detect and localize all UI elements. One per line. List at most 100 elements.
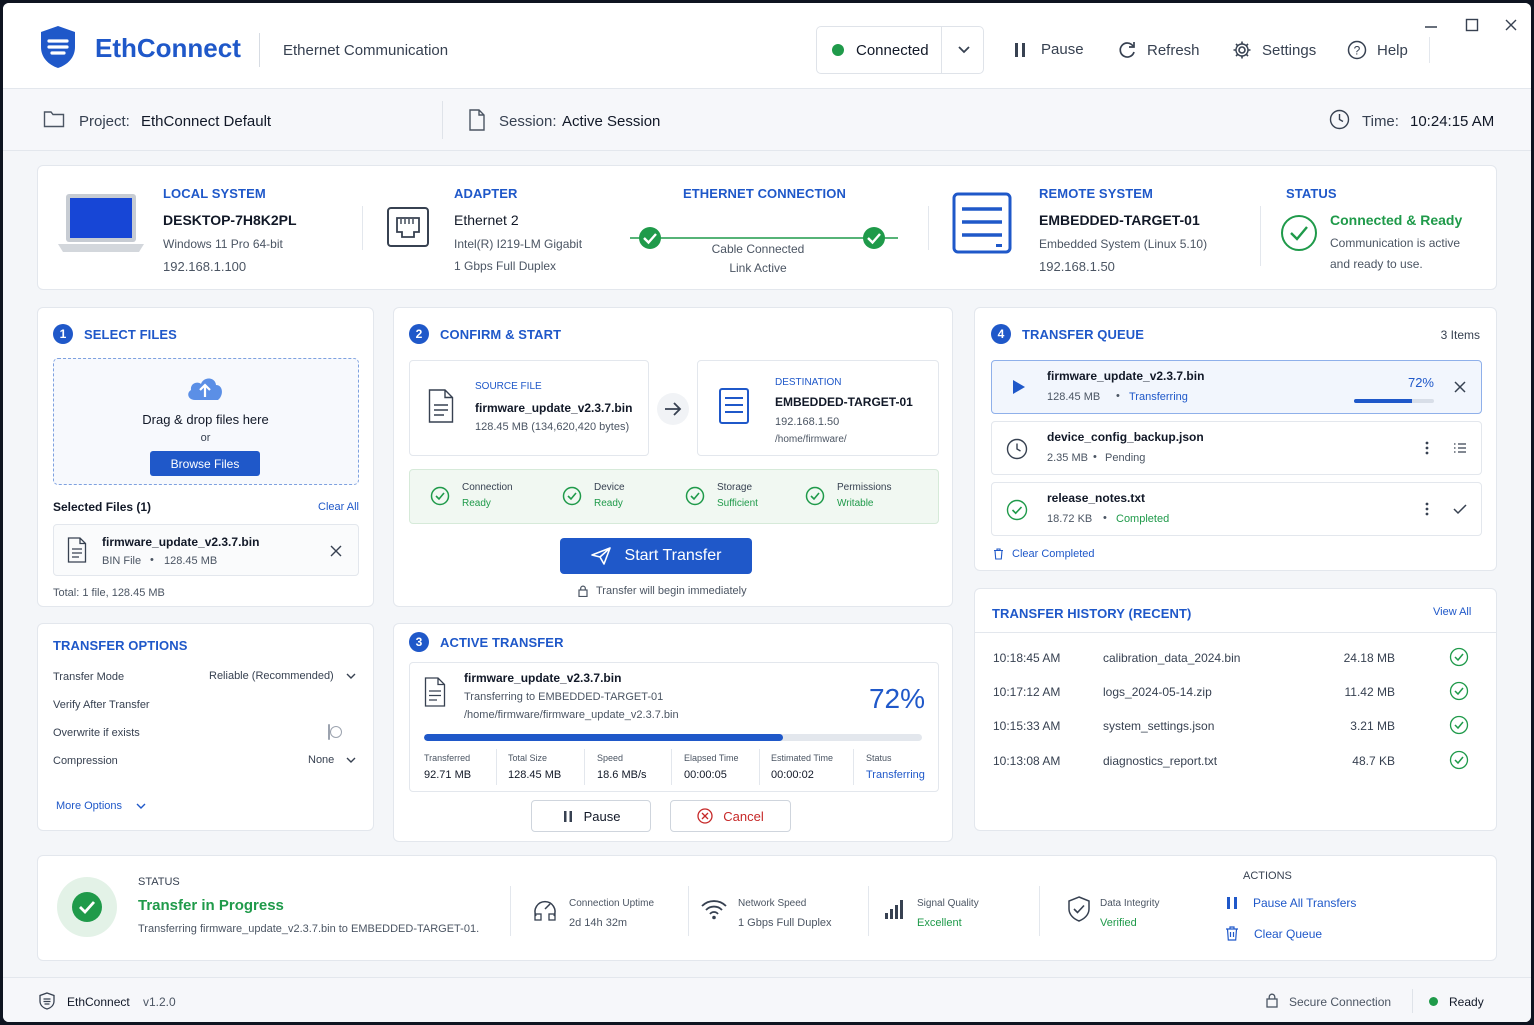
destination-label: DESTINATION [775, 377, 842, 388]
network-speed-value: 1 Gbps Full Duplex [738, 917, 832, 929]
transfer-queue-panel: 4 TRANSFER QUEUE 3 Items firmware_update… [974, 307, 1497, 571]
active-transfer-box: firmware_update_v2.3.7.bin Transferring … [409, 662, 939, 792]
queue-progress-fill [1354, 399, 1412, 403]
queue-item[interactable]: device_config_backup.json 2.35 MB • Pend… [991, 421, 1482, 475]
transfer-stats: Transferred 92.71 MB Total Size 128.45 MB … [410, 749, 938, 789]
close-window-icon[interactable] [1503, 17, 1519, 33]
data-integrity-value: Verified [1100, 917, 1137, 929]
maximize-icon[interactable] [1464, 17, 1480, 33]
trash-icon [993, 548, 1004, 560]
local-system-name: DESKTOP-7H8K2PL [163, 212, 297, 228]
chevron-down-icon [957, 44, 971, 56]
check-connection: Connection Ready [430, 482, 513, 509]
queue-item-size: 128.45 MB [1047, 391, 1101, 403]
select-files-panel: 1 SELECT FILES Drag & drop files here or… [37, 307, 374, 607]
source-file-name: firmware_update_v2.3.7.bin [475, 401, 633, 415]
project-value: EthConnect Default [141, 113, 272, 130]
pause-all-button[interactable]: Pause All Transfers [1226, 896, 1356, 910]
cancel-transfer-button[interactable]: Cancel [670, 800, 791, 832]
destination-card: DESTINATION EMBEDDED-TARGET-01 192.168.1… [697, 360, 939, 456]
app-name: EthConnect [95, 33, 241, 63]
pause-button[interactable]: Pause [1013, 41, 1084, 58]
selected-files-label: Selected Files (1) [53, 500, 152, 514]
check-circle-icon [685, 486, 705, 506]
link-status: Link Active [729, 261, 787, 275]
history-row[interactable]: 10:13:08 AM diagnostics_report.txt 48.7 … [975, 748, 1496, 774]
status-desc-1: Communication is active [1330, 236, 1461, 250]
local-system-ip: 192.168.1.100 [163, 259, 247, 274]
local-system-os: Windows 11 Pro 64-bit [163, 237, 283, 251]
selected-file-type: BIN File [102, 555, 142, 567]
queue-item[interactable]: release_notes.txt 18.72 KB • Completed [991, 482, 1482, 536]
ready-status: Ready [1449, 995, 1484, 1009]
trash-icon [1225, 926, 1239, 941]
help-button[interactable]: ? Help [1347, 40, 1408, 60]
server-icon [718, 387, 750, 425]
status-label: STATUS [138, 876, 180, 888]
send-icon [590, 547, 611, 565]
clock-icon [1329, 109, 1350, 130]
arrow-right-icon [656, 392, 690, 426]
check-circle-icon [1449, 750, 1469, 770]
minimize-icon[interactable] [1423, 17, 1439, 33]
status-desc-2: and ready to use. [1330, 257, 1423, 271]
drop-text: Drag & drop files here [142, 412, 269, 427]
queue-item-name: device_config_backup.json [1047, 430, 1204, 444]
drop-zone[interactable]: Drag & drop files here or Browse Files [53, 358, 359, 485]
history-row[interactable]: 10:15:33 AM system_settings.json 3.21 MB [975, 713, 1496, 739]
status-title: Transfer in Progress [138, 897, 284, 914]
check-circle-icon [430, 486, 450, 506]
queue-item-state: Transferring [1129, 391, 1188, 403]
history-row[interactable]: 10:17:12 AM logs_2024-05-14.zip 11.42 MB [975, 679, 1496, 705]
adapter-title: ADAPTER [454, 186, 518, 201]
clear-completed-link[interactable]: Clear Completed [993, 548, 1095, 560]
compression-select[interactable]: None [308, 754, 356, 766]
pause-transfer-button[interactable]: Pause [531, 800, 651, 832]
remove-file-icon[interactable] [329, 544, 343, 558]
network-speed-label: Network Speed [738, 898, 807, 909]
settings-button[interactable]: Settings [1232, 40, 1316, 60]
list-icon[interactable] [1453, 442, 1467, 454]
app-subtitle: Ethernet Communication [283, 42, 449, 59]
start-transfer-button[interactable]: Start Transfer [560, 538, 752, 574]
remote-system-name: EMBEDDED-TARGET-01 [1039, 212, 1200, 228]
adapter-speed: 1 Gbps Full Duplex [454, 259, 557, 273]
more-options-link[interactable]: More Options [56, 800, 146, 812]
connection-state: Connected [856, 41, 929, 59]
connection-dropdown[interactable]: Connected [816, 26, 984, 74]
actions-label: ACTIONS [1243, 870, 1292, 882]
chevron-down-icon [136, 802, 146, 810]
file-icon [428, 389, 454, 423]
close-icon[interactable] [1453, 380, 1467, 394]
active-destination: Transferring to EMBEDDED-TARGET-01 [464, 691, 664, 703]
transfer-history-title: TRANSFER HISTORY (RECENT) [992, 606, 1192, 621]
active-percent: 72% [868, 683, 925, 714]
time-label: Time: [1362, 113, 1399, 130]
active-progress-fill [424, 734, 783, 741]
more-vertical-icon[interactable] [1425, 502, 1429, 516]
overwrite-label: Overwrite if exists [53, 727, 140, 739]
clear-queue-button[interactable]: Clear Queue [1225, 926, 1322, 941]
laptop-icon [58, 192, 144, 254]
refresh-button[interactable]: Refresh [1117, 40, 1200, 60]
transfer-options-title: TRANSFER OPTIONS [53, 638, 188, 653]
secure-connection: Secure Connection [1289, 995, 1392, 1009]
total-files: Total: 1 file, 128.45 MB [53, 587, 165, 599]
more-vertical-icon[interactable] [1425, 441, 1429, 455]
queue-item[interactable]: firmware_update_v2.3.7.bin 128.45 MB • T… [991, 360, 1482, 414]
clear-all-link[interactable]: Clear All [318, 501, 359, 513]
verify-label: Verify After Transfer [53, 699, 150, 711]
history-row[interactable]: 10:18:45 AM calibration_data_2024.bin 24… [975, 645, 1496, 671]
view-all-link[interactable]: View All [1433, 606, 1471, 618]
queue-progress-track [1354, 399, 1434, 403]
queue-item-state: Pending [1105, 452, 1146, 464]
transfer-mode-select[interactable]: Reliable (Recommended) [209, 670, 356, 682]
help-icon: ? [1347, 40, 1367, 60]
browse-files-button[interactable]: Browse Files [150, 451, 260, 476]
session-label: Session: [499, 113, 557, 130]
stat-total-size: Total Size 128.45 MB [508, 753, 562, 781]
transfer-queue-title: TRANSFER QUEUE [1022, 326, 1145, 342]
overwrite-toggle[interactable] [328, 724, 342, 740]
checkmark-icon [1453, 503, 1467, 515]
check-circle-icon [562, 486, 582, 506]
